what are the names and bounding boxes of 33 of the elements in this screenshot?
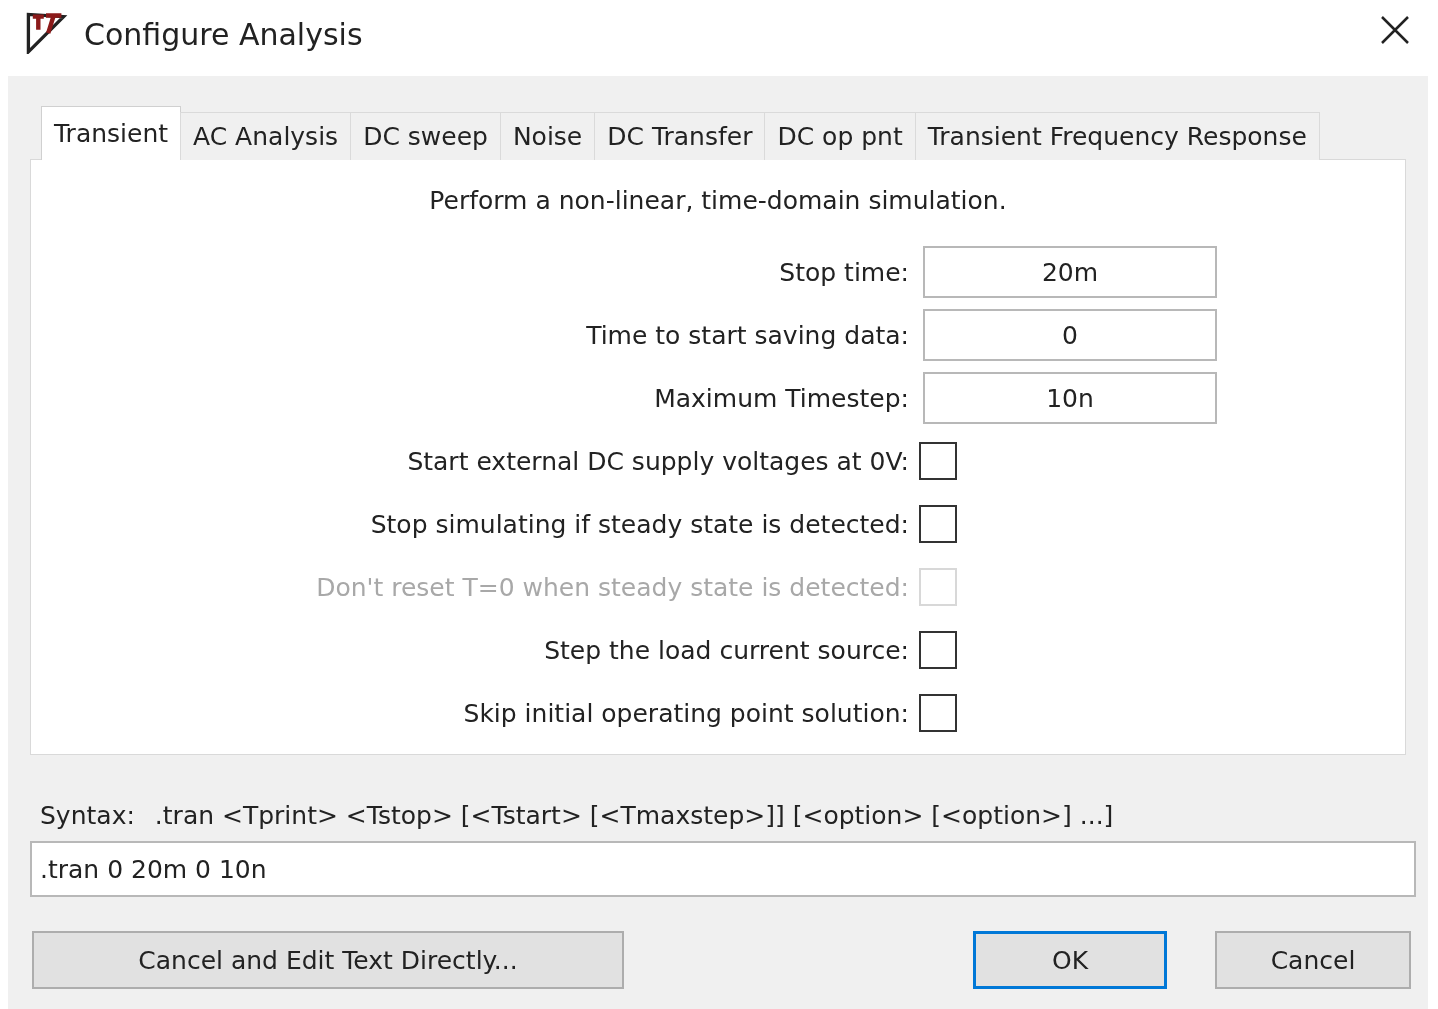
dialog-button[interactable]: Cancel and Edit Text Directly...	[32, 931, 624, 989]
field-label: Time to start saving data:	[585, 320, 909, 350]
syntax-text: .tran <Tprint> <Tstop> [<Tstart> [<Tmaxstep>]] [<option> [<option>] ...]	[154, 801, 1114, 832]
checkbox-label: Step the load current source:	[543, 635, 909, 665]
input-field[interactable]: 10n	[923, 372, 1217, 424]
input-field[interactable]: 0	[923, 309, 1217, 361]
tab[interactable]: DC op pnt	[764, 112, 916, 160]
checkbox-label: Stop simulating if steady state is detected:	[369, 509, 909, 539]
app-logo-icon	[24, 10, 68, 54]
description-text: Perform a non-linear, time-domain simulation.	[428, 186, 1008, 217]
input-field[interactable]: 20m	[923, 246, 1217, 298]
command-field[interactable]: .tran 0 20m 0 10n	[30, 841, 1416, 897]
checkbox[interactable]	[919, 505, 957, 543]
dialog-button[interactable]: Cancel	[1215, 931, 1411, 989]
field-label: Maximum Timestep:	[653, 383, 909, 413]
dialog-button[interactable]: OK	[973, 931, 1167, 989]
checkbox[interactable]	[919, 631, 957, 669]
checkbox[interactable]	[919, 694, 957, 732]
close-button[interactable]	[1380, 15, 1410, 45]
tab[interactable]: DC Transfer	[594, 112, 766, 160]
checkbox-label: Skip initial operating point solution:	[462, 698, 909, 728]
checkbox-label: Start external DC supply voltages at 0V:	[406, 446, 909, 476]
tab[interactable]: Noise	[499, 112, 596, 160]
checkbox-label: Don't reset T=0 when steady state is detected:	[315, 572, 909, 602]
checkbox[interactable]	[919, 442, 957, 480]
tab[interactable]: Transient	[41, 106, 182, 160]
window-title: Configure Analysis	[84, 16, 364, 52]
tab[interactable]: Transient Frequency Response	[914, 112, 1320, 160]
close-icon	[1380, 15, 1410, 45]
tab[interactable]: AC Analysis	[180, 112, 352, 160]
syntax-label: Syntax:	[40, 801, 135, 832]
field-label: Stop time:	[778, 257, 909, 287]
tab[interactable]: DC sweep	[350, 112, 501, 160]
